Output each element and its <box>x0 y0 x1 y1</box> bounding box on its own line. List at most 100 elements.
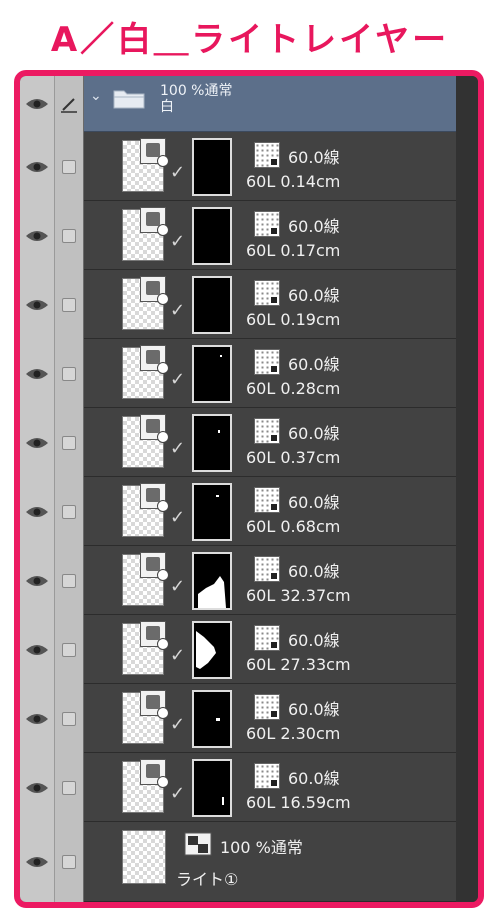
layer-mask-thumbnail <box>192 207 232 265</box>
layer-body[interactable]: ✓ 60.0線 60L 0.17cm <box>84 201 456 270</box>
eye-icon[interactable] <box>20 753 54 822</box>
scrollbar[interactable] <box>456 477 478 546</box>
layer-list: ⌄ 100 %通常 白 ✓ 60.0線 60L 0.14cm ✓ 60.0線 6… <box>20 76 478 902</box>
layer-row[interactable]: ✓ 60.0線 60L 0.19cm <box>20 270 478 339</box>
edit-checkbox[interactable] <box>54 201 84 270</box>
layer-body[interactable]: ✓ 60.0線 60L 0.68cm <box>84 477 456 546</box>
layer-body[interactable]: ✓ 60.0線 60L 0.19cm <box>84 270 456 339</box>
edit-checkbox[interactable] <box>54 615 84 684</box>
scrollbar[interactable] <box>456 753 478 822</box>
layer-body[interactable]: ✓ 60.0線 60L 27.33cm <box>84 615 456 684</box>
edit-checkbox[interactable] <box>54 408 84 477</box>
layer-mask-thumbnail <box>192 690 232 748</box>
layer-name: 60L 27.33cm <box>246 655 351 674</box>
screentone-icon <box>254 694 280 720</box>
folder-row[interactable]: ⌄ 100 %通常 白 <box>20 76 478 132</box>
layer-opacity-blend: 100 %通常 <box>220 838 303 857</box>
scrollbar[interactable] <box>456 132 478 201</box>
chevron-down-icon[interactable]: ⌄ <box>90 88 102 104</box>
layer-panel: ⌄ 100 %通常 白 ✓ 60.0線 60L 0.14cm ✓ 60.0線 6… <box>14 70 484 908</box>
layer-tone: 60.0線 <box>288 286 340 305</box>
layer-thumbnail <box>122 830 166 884</box>
scrollbar[interactable] <box>456 546 478 615</box>
layer-row[interactable]: ✓ 60.0線 60L 0.28cm <box>20 339 478 408</box>
page-title: A／白＿ライトレイヤー <box>50 20 450 60</box>
eye-icon[interactable] <box>20 270 54 339</box>
tone-layer-icon <box>140 759 169 788</box>
edit-checkbox[interactable] <box>54 753 84 822</box>
eye-icon[interactable] <box>20 615 54 684</box>
eye-icon[interactable] <box>20 477 54 546</box>
layer-body[interactable]: 100 %通常 ライト① <box>84 822 456 902</box>
pen-icon[interactable] <box>54 76 84 132</box>
tone-layer-icon <box>140 621 169 650</box>
eye-icon[interactable] <box>20 546 54 615</box>
layer-body[interactable]: ✓ 60.0線 60L 16.59cm <box>84 753 456 822</box>
layer-row[interactable]: ✓ 60.0線 60L 0.14cm <box>20 132 478 201</box>
eye-icon[interactable] <box>20 339 54 408</box>
folder-icon <box>113 90 145 109</box>
edit-checkbox[interactable] <box>54 339 84 408</box>
screentone-icon <box>254 625 280 651</box>
scrollbar[interactable] <box>456 408 478 477</box>
layer-name: 60L 16.59cm <box>246 793 351 812</box>
layer-body[interactable]: ✓ 60.0線 60L 0.28cm <box>84 339 456 408</box>
layer-body[interactable]: ✓ 60.0線 60L 0.14cm <box>84 132 456 201</box>
layer-row[interactable]: ✓ 60.0線 60L 0.17cm <box>20 201 478 270</box>
layer-row[interactable]: ✓ 60.0線 60L 0.68cm <box>20 477 478 546</box>
eye-icon[interactable] <box>20 684 54 753</box>
layer-mask-thumbnail <box>192 138 232 196</box>
screentone-icon <box>254 418 280 444</box>
screentone-icon <box>254 280 280 306</box>
eye-icon[interactable] <box>20 132 54 201</box>
scrollbar[interactable] <box>456 339 478 408</box>
layer-body[interactable]: ✓ 60.0線 60L 2.30cm <box>84 684 456 753</box>
layer-name: 60L 2.30cm <box>246 724 341 743</box>
layer-tone: 60.0線 <box>288 769 340 788</box>
tone-layer-icon <box>140 207 169 236</box>
layer-row[interactable]: ✓ 60.0線 60L 16.59cm <box>20 753 478 822</box>
base-layer-row[interactable]: 100 %通常 ライト① <box>20 822 478 902</box>
edit-checkbox[interactable] <box>54 132 84 201</box>
layer-row[interactable]: ✓ 60.0線 60L 32.37cm <box>20 546 478 615</box>
edit-checkbox[interactable] <box>54 477 84 546</box>
scrollbar[interactable] <box>456 201 478 270</box>
layer-body[interactable]: ✓ 60.0線 60L 0.37cm <box>84 408 456 477</box>
layer-tone: 60.0線 <box>288 631 340 650</box>
layer-mask-thumbnail <box>192 345 232 403</box>
folder-body[interactable]: ⌄ 100 %通常 白 <box>84 76 456 132</box>
edit-checkbox[interactable] <box>54 822 84 902</box>
layer-name: 60L 0.68cm <box>246 517 341 536</box>
layer-name: 60L 0.19cm <box>246 310 341 329</box>
layer-mask-thumbnail <box>192 276 232 334</box>
tone-layer-icon <box>140 483 169 512</box>
layer-body[interactable]: ✓ 60.0線 60L 32.37cm <box>84 546 456 615</box>
eye-icon[interactable] <box>20 408 54 477</box>
layer-row[interactable]: ✓ 60.0線 60L 2.30cm <box>20 684 478 753</box>
eye-icon[interactable] <box>20 822 54 902</box>
layer-row[interactable]: ✓ 60.0線 60L 0.37cm <box>20 408 478 477</box>
scrollbar[interactable] <box>456 822 478 902</box>
layer-tone: 60.0線 <box>288 148 340 167</box>
layer-tone: 60.0線 <box>288 493 340 512</box>
check-icon: ✓ <box>170 507 186 528</box>
scrollbar[interactable] <box>456 76 478 132</box>
edit-checkbox[interactable] <box>54 270 84 339</box>
layer-tone: 60.0線 <box>288 355 340 374</box>
screentone-icon <box>254 211 280 237</box>
layer-name: 60L 0.14cm <box>246 172 341 191</box>
tone-layer-icon <box>140 138 169 167</box>
eye-icon[interactable] <box>20 201 54 270</box>
layer-mask-thumbnail <box>192 621 232 679</box>
edit-checkbox[interactable] <box>54 684 84 753</box>
check-icon: ✓ <box>170 369 186 390</box>
tone-layer-icon <box>140 345 169 374</box>
tone-layer-icon <box>140 552 169 581</box>
layer-row[interactable]: ✓ 60.0線 60L 27.33cm <box>20 615 478 684</box>
edit-checkbox[interactable] <box>54 546 84 615</box>
scrollbar[interactable] <box>456 615 478 684</box>
scrollbar[interactable] <box>456 684 478 753</box>
eye-icon[interactable] <box>20 76 54 132</box>
scrollbar[interactable] <box>456 270 478 339</box>
layer-name: 60L 0.28cm <box>246 379 341 398</box>
